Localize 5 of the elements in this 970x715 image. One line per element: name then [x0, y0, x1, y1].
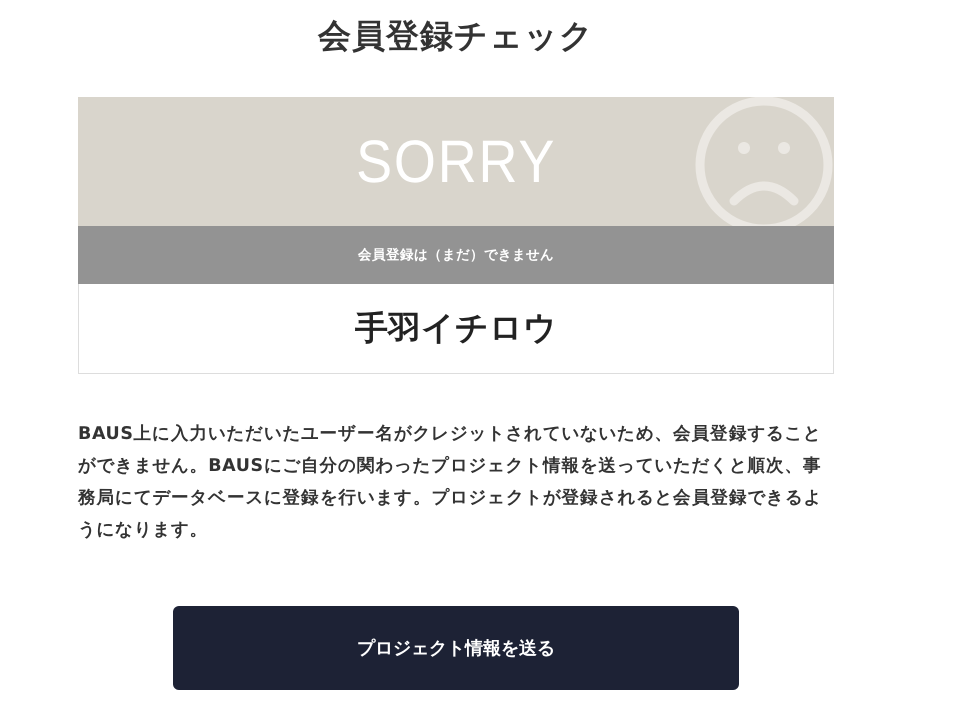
user-name: 手羽イチロウ: [78, 284, 834, 374]
message-text: BAUS上に入力いただいたユーザー名がクレジットされていないため、会員登録することができません。BAUSにご自分の関わったプロジェクト情報を送っていただくと順次、事務局にてデータベースに登録を行います。プロジェクトが登録されると会員登録できるようになります。: [78, 423, 823, 542]
status-message: 会員登録は（まだ）できません: [78, 226, 834, 284]
page-title: 会員登録チェック: [318, 15, 594, 57]
send-project-button[interactable]: プロジェクト情報を送る: [173, 606, 739, 690]
